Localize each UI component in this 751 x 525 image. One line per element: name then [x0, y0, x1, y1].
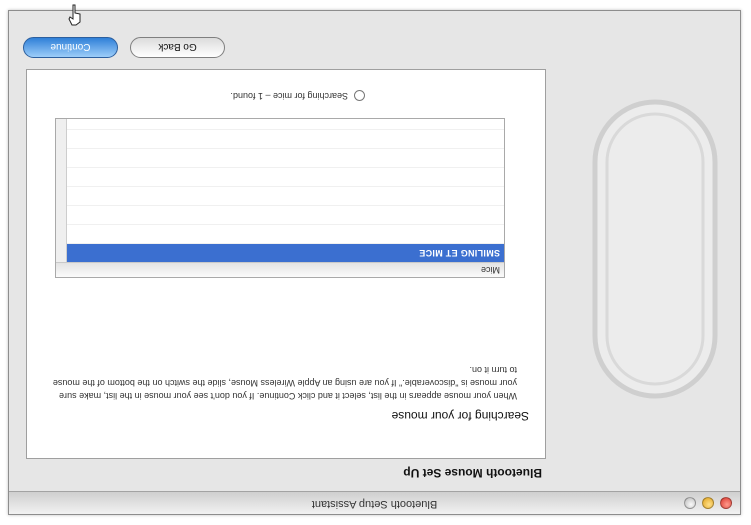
list-row[interactable] [56, 205, 504, 224]
spinner-icon [354, 89, 365, 101]
subheading: Searching for your mouse [391, 409, 529, 423]
search-status-text: Searching for mice – 1 found. [230, 91, 348, 101]
list-row-selected[interactable]: SMILING ET MICE [56, 243, 504, 262]
search-status: Searching for mice – 1 found. [230, 89, 365, 101]
go-back-button[interactable]: Go Back [130, 37, 225, 58]
content-area: Bluetooth Mouse Set Up Searching for you… [20, 16, 550, 486]
setup-assistant-window: Bluetooth Setup Assistant Bluetooth Mous… [8, 4, 741, 515]
screen-rotated-180: Bluetooth Setup Assistant Bluetooth Mous… [0, 0, 751, 525]
list-row[interactable] [56, 167, 504, 186]
device-list[interactable]: Mice SMILING ET MICE [55, 118, 505, 278]
main-panel: Searching for your mouse When your mouse… [26, 69, 546, 459]
list-row[interactable] [56, 224, 504, 243]
list-row[interactable] [56, 186, 504, 205]
list-row[interactable] [56, 148, 504, 167]
list-scrollbar[interactable] [56, 119, 67, 262]
page-heading: Bluetooth Mouse Set Up [403, 466, 542, 480]
list-column-header[interactable]: Mice [56, 262, 504, 277]
title-bar: Bluetooth Setup Assistant [9, 491, 740, 514]
list-row[interactable] [56, 129, 504, 148]
continue-button[interactable]: Continue [23, 37, 118, 58]
mouse-illustration-icon [592, 99, 718, 399]
hand-cursor-icon [68, 4, 81, 26]
window-title: Bluetooth Setup Assistant [311, 498, 438, 510]
instructions-text: When your mouse appears in the list, sel… [52, 365, 517, 401]
